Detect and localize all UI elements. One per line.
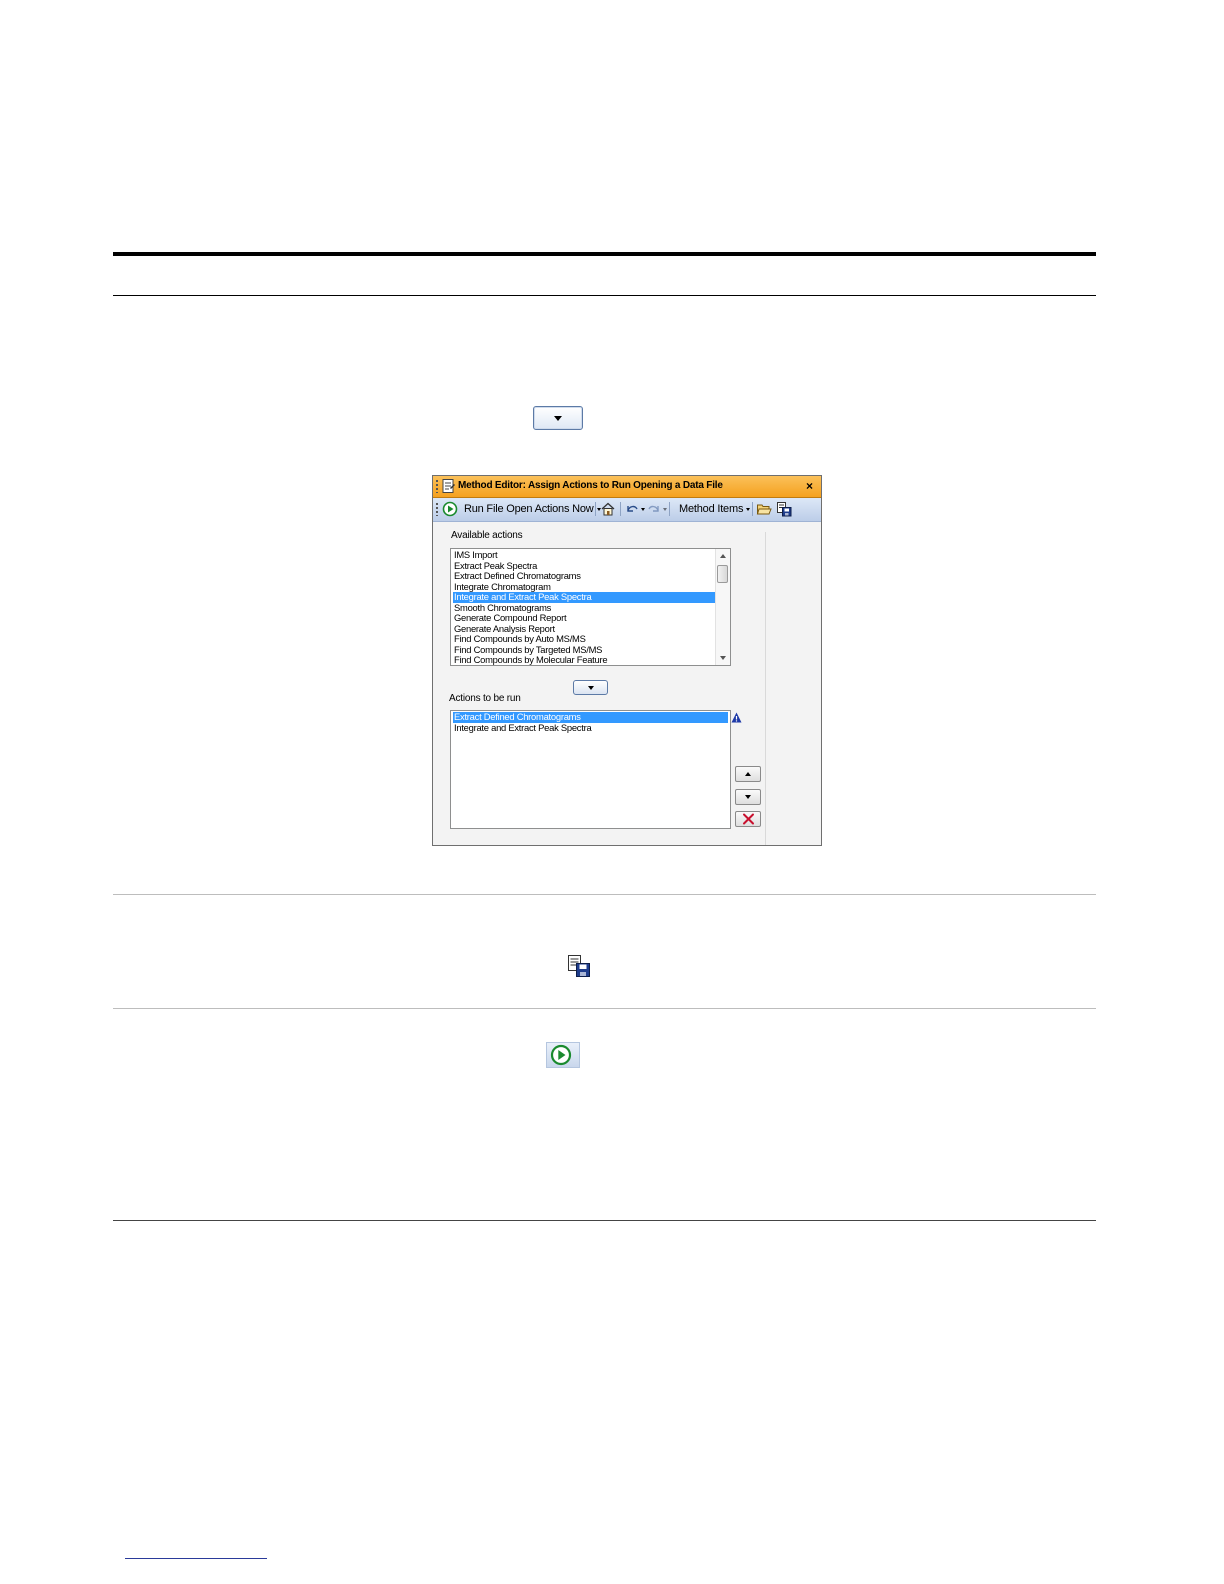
chevron-down-icon[interactable] (641, 508, 645, 511)
arrow-down-icon (745, 795, 751, 799)
close-icon[interactable]: × (806, 479, 813, 493)
dropdown-arrow-icon (533, 406, 583, 430)
run-file-open-actions-label: Run File Open Actions Now (464, 503, 594, 515)
move-up-button[interactable] (735, 766, 761, 782)
toolbar-separator (669, 502, 670, 516)
undo-icon[interactable] (624, 501, 640, 517)
home-icon[interactable] (600, 501, 616, 517)
scrollbar-thumb[interactable] (717, 565, 728, 583)
actions-to-be-run-list[interactable]: Extract Defined Chromatograms Integrate a… (450, 710, 731, 829)
chevron-down-icon (554, 416, 562, 421)
run-play-icon[interactable] (442, 501, 458, 517)
list-item[interactable]: Extract Defined Chromatograms (453, 570, 715, 582)
available-actions-label: Available actions (451, 530, 523, 541)
list-item[interactable]: Generate Compound Report (453, 612, 715, 624)
save-method-icon (568, 955, 590, 977)
grip-icon (436, 503, 438, 516)
redo-icon[interactable] (646, 501, 662, 517)
document-icon (442, 479, 455, 493)
toolbar-separator (752, 502, 753, 516)
header-rule-thick (113, 252, 1096, 256)
available-actions-list[interactable]: IMS Import Extract Peak Spectra Extract De… (450, 548, 731, 666)
scrollbar[interactable] (715, 549, 730, 665)
method-editor-window: Method Editor: Assign Actions to Run Ope… (432, 475, 822, 846)
list-item[interactable]: Find Compounds by Auto MS/MS (453, 633, 715, 645)
toolbar-separator (620, 502, 621, 516)
divider (765, 532, 766, 845)
list-item[interactable]: Extract Defined Chromatograms (453, 711, 728, 723)
section-rule-bottom (113, 1220, 1096, 1221)
warning-icon (731, 712, 742, 723)
arrow-down-icon (588, 686, 594, 690)
window-title: Method Editor: Assign Actions to Run Ope… (458, 480, 723, 491)
remove-action-button[interactable] (735, 811, 761, 827)
editor-content: Available actions IMS Import Extract Peak… (433, 522, 821, 845)
method-items-label: Method Items (679, 503, 744, 515)
method-items-menu[interactable]: Method Items (679, 500, 751, 518)
list-item[interactable]: IMS Import (453, 549, 715, 561)
move-down-button[interactable] (735, 789, 761, 805)
open-folder-icon[interactable] (756, 501, 772, 517)
header-rule-thin (113, 295, 1096, 296)
toolbar-separator (595, 502, 596, 516)
grip-icon (436, 480, 438, 493)
save-method-icon[interactable] (776, 501, 792, 517)
chevron-down-icon[interactable] (663, 508, 667, 511)
run-file-open-actions-button[interactable]: Run File Open Actions Now (464, 500, 601, 518)
delete-x-icon (743, 813, 754, 825)
chevron-down-icon (746, 507, 751, 511)
play-circle-icon (550, 1044, 572, 1066)
run-play-icon (546, 1042, 580, 1068)
window-title-bar: Method Editor: Assign Actions to Run Ope… (433, 476, 821, 498)
list-item[interactable]: Find Compounds by Molecular Feature (453, 654, 715, 665)
actions-to-be-run-label: Actions to be run (449, 693, 521, 704)
section-divider (113, 894, 1096, 895)
footer-link-underline (125, 1558, 267, 1559)
scroll-up-icon[interactable] (720, 554, 726, 558)
add-action-button[interactable] (573, 680, 608, 695)
list-item[interactable]: Integrate and Extract Peak Spectra (453, 722, 728, 734)
list-item[interactable]: Integrate and Extract Peak Spectra (453, 591, 715, 603)
toolbar: Run File Open Actions Now Method Items (433, 498, 821, 522)
section-divider (113, 1008, 1096, 1009)
arrow-up-icon (745, 772, 751, 776)
scroll-down-icon[interactable] (720, 656, 726, 660)
